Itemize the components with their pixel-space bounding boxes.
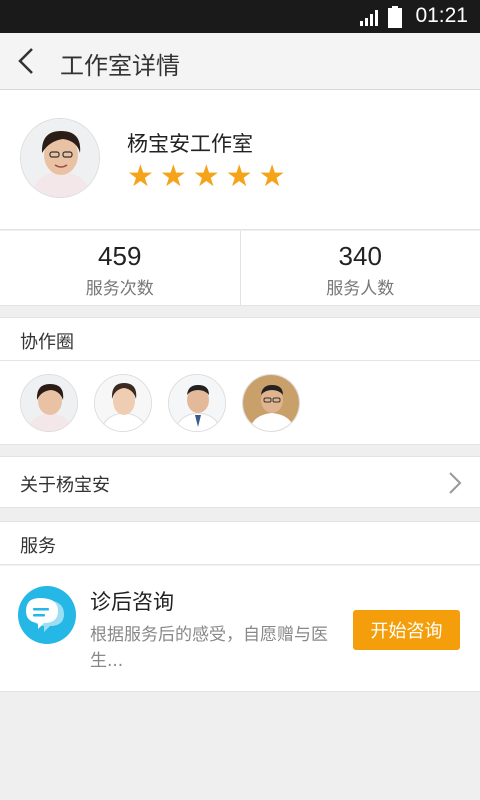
service-description: 根据服务后的感受，自愿赠与医生... [90, 625, 328, 671]
member-avatar[interactable] [20, 374, 78, 432]
stat-label: 服务次数 [85, 279, 154, 299]
about-label: 关于杨宝安 [20, 475, 110, 496]
services-header: 服务 [0, 521, 480, 565]
about-row[interactable]: 关于杨宝安 [0, 456, 480, 508]
section-title: 协作圈 [20, 332, 74, 353]
member-avatar[interactable] [94, 374, 152, 432]
service-title: 诊后咨询 [90, 590, 174, 614]
chevron-right-icon [449, 472, 462, 494]
star-icon: ★ [192, 159, 220, 194]
battery-icon [388, 6, 402, 28]
status-time: 01:21 [415, 4, 468, 27]
collaboration-members [0, 361, 480, 445]
star-icon: ★ [258, 159, 286, 194]
chat-bubble-icon [18, 586, 76, 644]
stat-service-count: 459 服务次数 [0, 231, 240, 305]
star-icon: ★ [159, 159, 187, 194]
studio-avatar [20, 118, 100, 198]
member-avatar[interactable] [242, 374, 300, 432]
stat-value: 459 [98, 241, 142, 271]
stat-people-count: 340 服务人数 [239, 231, 480, 305]
star-icon: ★ [225, 159, 253, 194]
start-consult-button[interactable]: 开始咨询 [353, 610, 460, 650]
star-icon: ★ [127, 159, 154, 194]
stat-value: 340 [338, 241, 382, 271]
studio-profile: 杨宝安工作室 ★ ★ ★ ★ ★ [0, 90, 480, 230]
signal-icon [360, 10, 378, 26]
status-bar: 01:21 [0, 0, 480, 33]
studio-name: 杨宝安工作室 [127, 132, 253, 156]
service-item: 诊后咨询 根据服务后的感受，自愿赠与医生... 开始咨询 [0, 566, 480, 692]
app-header: 工作室详情 [0, 33, 480, 90]
section-title: 服务 [20, 536, 56, 557]
stat-label: 服务人数 [326, 279, 395, 299]
rating-stars: ★ ★ ★ ★ ★ [127, 162, 286, 192]
back-icon[interactable] [10, 43, 46, 79]
member-avatar[interactable] [168, 374, 226, 432]
page-title: 工作室详情 [60, 52, 180, 80]
collaboration-header: 协作圈 [0, 317, 480, 361]
stats-row: 459 服务次数 340 服务人数 [0, 231, 480, 306]
